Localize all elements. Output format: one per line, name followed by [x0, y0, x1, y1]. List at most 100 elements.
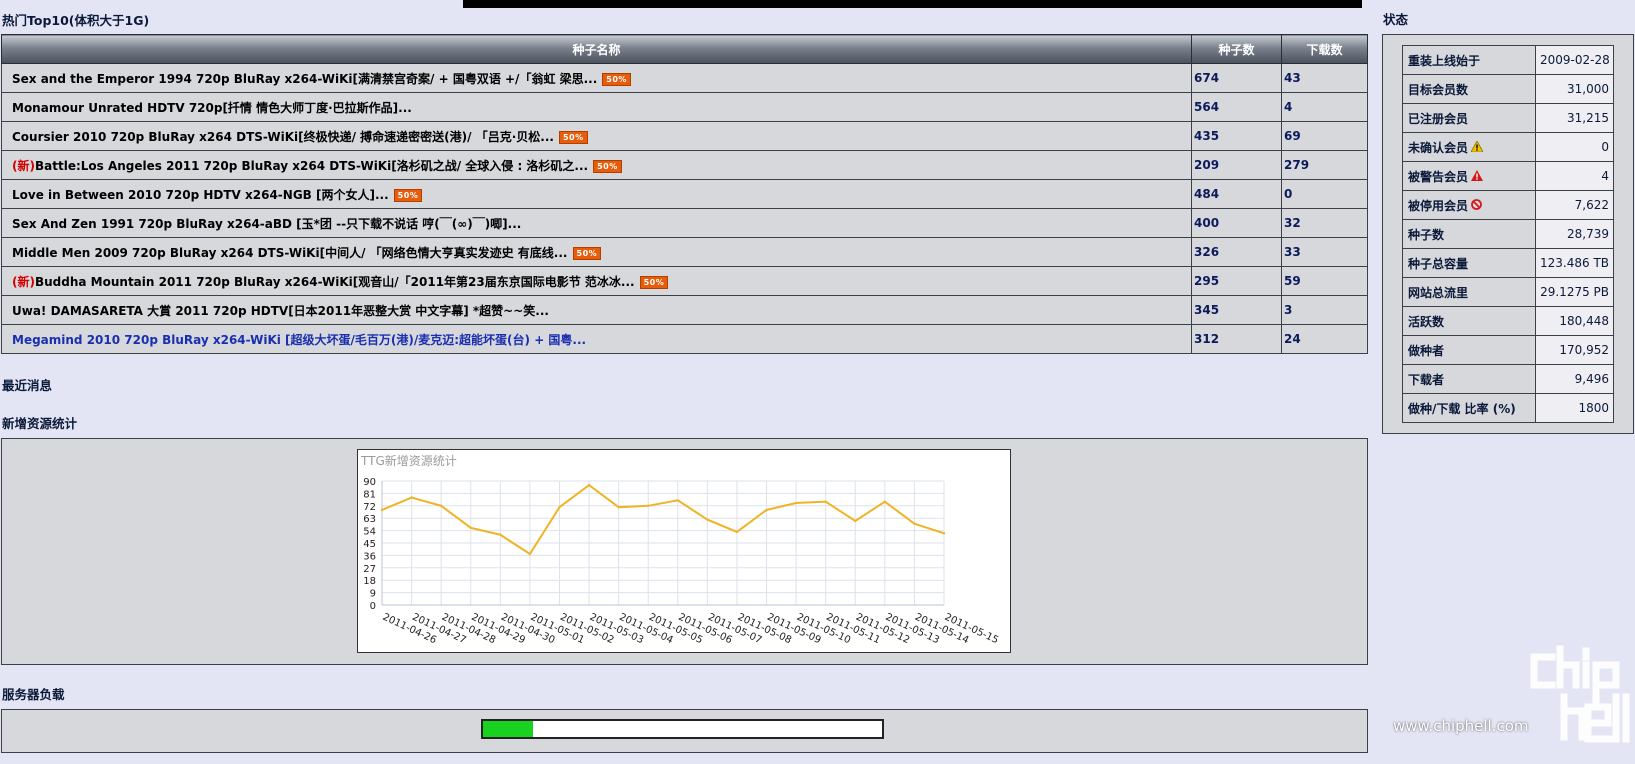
leechers-cell: 69 [1281, 121, 1368, 151]
torrent-name-link[interactable]: Middle Men 2009 720p BluRay x264 DTS-WiK… [12, 246, 568, 260]
news-title: 最近消息 [2, 378, 53, 393]
y-tick-label: 72 [363, 502, 376, 513]
data-point [647, 504, 650, 507]
data-point [824, 500, 827, 503]
status-value: 123.486 TB [1535, 248, 1614, 278]
seeders-cell: 345 [1191, 295, 1282, 325]
data-point [913, 522, 916, 525]
top10-row: Sex and the Emperor 1994 720p BluRay x26… [1, 63, 1368, 93]
status-key-cell: 网站总流里 [1402, 277, 1536, 307]
torrent-name-link[interactable]: Megamind 2010 720p BluRay x264-WiKi [超级大… [12, 333, 586, 347]
status-row: 被停用会员 7,622 [1402, 190, 1614, 220]
discount-badge: 50% [639, 275, 669, 289]
server-load-title: 服务器负载 [2, 687, 65, 702]
status-key: 被警告会员 [1408, 169, 1469, 184]
column-header-leechers[interactable]: 下载数 [1281, 34, 1368, 64]
status-value: 170,952 [1535, 335, 1614, 365]
status-row: 重装上线始于 2009-02-28 [1402, 45, 1614, 75]
seeders-cell: 564 [1191, 92, 1282, 122]
chart-title: TTG新增资源统计 [360, 453, 457, 468]
status-row: 未确认会员 0 [1402, 132, 1614, 162]
status-value: 4 [1535, 161, 1614, 191]
status-key: 做种/下载 比率 (%) [1408, 401, 1516, 416]
torrent-name-link[interactable]: Love in Between 2010 720p HDTV x264-NGB … [12, 188, 389, 202]
status-key-cell: 做种者 [1402, 335, 1536, 365]
leechers-cell: 43 [1281, 63, 1368, 93]
status-key-cell: 活跃数 [1402, 306, 1536, 336]
status-key-cell: 已注册会员 [1402, 103, 1536, 133]
status-row: 种子数 28,739 [1402, 219, 1614, 249]
status-value: 1800 [1535, 393, 1614, 423]
column-header-seeders[interactable]: 种子数 [1191, 34, 1282, 64]
discount-badge: 50% [393, 188, 423, 202]
status-row: 做种/下载 比率 (%) 1800 [1402, 393, 1614, 423]
server-load-fill [483, 721, 533, 737]
status-value: 31,215 [1535, 103, 1614, 133]
data-point [735, 530, 739, 534]
leechers-cell: 32 [1281, 208, 1368, 238]
torrent-name-cell: Sex And Zen 1991 720p BluRay x264-aBD [玉… [1, 208, 1192, 238]
y-tick-label: 0 [370, 601, 376, 612]
status-key-cell: 未确认会员 [1402, 132, 1536, 162]
seeders-cell: 400 [1191, 208, 1282, 238]
series-line [381, 483, 945, 556]
data-point [528, 552, 532, 556]
data-point [794, 501, 798, 505]
alert-icon [1471, 170, 1484, 184]
discount-badge: 50% [572, 246, 602, 260]
data-point [765, 508, 768, 512]
status-key: 做种者 [1408, 343, 1445, 358]
data-point [854, 519, 857, 523]
top10-row: Monamour Unrated HDTV 720p[扦情 情色大师丁度·巴拉斯… [1, 92, 1368, 122]
status-key-cell: 种子数 [1402, 219, 1536, 249]
top10-row: (新)Battle:Los Angeles 2011 720p BluRay x… [1, 150, 1368, 180]
status-value: 0 [1535, 132, 1614, 162]
status-key: 种子数 [1408, 227, 1445, 242]
status-table: 重装上线始于 2009-02-28 目标会员数 31,000 已注册会员 31,215 未确… [1402, 45, 1614, 423]
torrent-name-cell: (新)Buddha Mountain 2011 720p BluRay x264… [1, 266, 1192, 296]
status-value: 7,622 [1535, 190, 1614, 220]
status-key-cell: 下载者 [1402, 364, 1536, 394]
line-chart: TTG新增资源统计091827364554637281902011-04-262… [360, 453, 1000, 646]
torrent-name-cell: Megamind 2010 720p BluRay x264-WiKi [超级大… [1, 324, 1192, 354]
torrent-name-link[interactable]: Battle:Los Angeles 2011 720p BluRay x264… [35, 159, 588, 173]
y-tick-label: 27 [363, 564, 376, 575]
torrent-name-link[interactable]: Uwa! DAMASARETA 大賞 2011 720p HDTV[日本2011… [12, 304, 549, 318]
top-black-bar [463, 0, 1362, 8]
leechers-cell: 279 [1281, 150, 1368, 180]
seeders-cell: 312 [1191, 324, 1282, 354]
torrent-name-link[interactable]: Coursier 2010 720p BluRay x264 DTS-WiKi[… [12, 130, 554, 144]
top10-title: 热门Top10(体积大于1G) [2, 13, 150, 28]
y-tick-label: 90 [363, 477, 376, 488]
torrent-name-link[interactable]: Monamour Unrated HDTV 720p[扦情 情色大师丁度·巴拉斯… [12, 101, 412, 115]
top10-row: Love in Between 2010 720p HDTV x264-NGB … [1, 179, 1368, 209]
column-header-name[interactable]: 种子名称 [1, 34, 1192, 64]
data-point [410, 496, 413, 499]
torrent-name-link[interactable]: Buddha Mountain 2011 720p BluRay x264-Wi… [35, 275, 635, 289]
watermark-text: www.chiphell.com [1393, 717, 1529, 735]
data-point [558, 505, 561, 509]
discount-badge: 50% [558, 130, 588, 144]
leechers-cell: 33 [1281, 237, 1368, 267]
status-row: 网站总流里 29.1275 PB [1402, 277, 1614, 307]
leechers-cell: 59 [1281, 266, 1368, 296]
status-key-cell: 种子总容量 [1402, 248, 1536, 278]
status-key: 活跃数 [1408, 314, 1445, 329]
y-tick-label: 54 [363, 527, 376, 538]
data-point [706, 518, 709, 521]
status-key: 未确认会员 [1408, 140, 1469, 155]
status-panel: 重装上线始于 2009-02-28 目标会员数 31,000 已注册会员 31,215 未确… [1382, 34, 1634, 434]
torrent-name-link[interactable]: Sex and the Emperor 1994 720p BluRay x26… [12, 72, 597, 86]
seeders-cell: 674 [1191, 63, 1282, 93]
torrent-name-link[interactable]: Sex And Zen 1991 720p BluRay x264-aBD [玉… [12, 217, 521, 231]
data-point [499, 533, 502, 536]
data-point [883, 500, 887, 503]
torrent-name-cell: (新)Battle:Los Angeles 2011 720p BluRay x… [1, 150, 1192, 180]
seeders-cell: 326 [1191, 237, 1282, 267]
leechers-cell: 4 [1281, 92, 1368, 122]
torrent-name-cell: Uwa! DAMASARETA 大賞 2011 720p HDTV[日本2011… [1, 295, 1192, 325]
status-row: 目标会员数 31,000 [1402, 74, 1614, 104]
seeders-cell: 435 [1191, 121, 1282, 151]
status-value: 9,496 [1535, 364, 1614, 394]
y-tick-label: 63 [363, 514, 376, 525]
